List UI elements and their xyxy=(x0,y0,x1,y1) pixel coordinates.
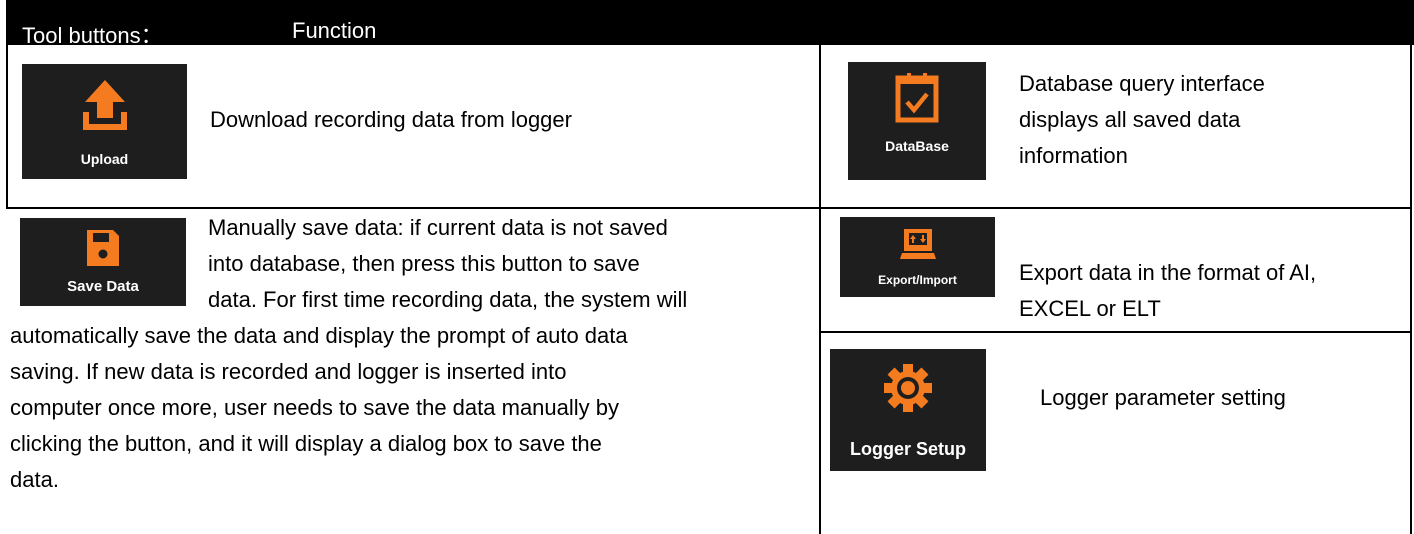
table-border-middle-vertical xyxy=(819,45,821,534)
save-data-description-line-8: data. xyxy=(10,467,59,492)
export-import-description-line-2: EXCEL or ELT xyxy=(1019,296,1161,321)
database-description-line-2: displays all saved data xyxy=(1019,107,1241,132)
table-border-left xyxy=(6,45,8,209)
logger-setup-button-label: Logger Setup xyxy=(850,439,966,459)
upload-button[interactable]: Upload xyxy=(22,64,187,179)
save-data-description-line-5: saving. If new data is recorded and logg… xyxy=(10,359,567,384)
save-data-description-line-2: into database, then press this button to… xyxy=(208,251,640,276)
upload-description: Download recording data from logger xyxy=(210,107,572,132)
calendar-check-icon xyxy=(895,73,939,123)
header-tool-buttons: Tool buttons： xyxy=(22,23,163,48)
row-divider-left xyxy=(6,207,821,209)
database-button[interactable]: DataBase xyxy=(848,62,986,180)
save-data-description-line-6: computer once more, user needs to save t… xyxy=(10,395,620,420)
upload-button-label: Upload xyxy=(80,151,129,167)
floppy-disk-icon xyxy=(87,230,119,266)
save-data-button[interactable]: Save Data xyxy=(20,218,186,306)
database-description-line-3: information xyxy=(1019,143,1128,168)
export-import-button[interactable]: Export/Import xyxy=(840,217,995,297)
logger-setup-button[interactable]: Logger Setup xyxy=(830,349,986,471)
save-data-description-line-1: Manually save data: if current data is n… xyxy=(208,215,668,240)
save-data-description-line-3: data. For first time recording data, the… xyxy=(208,287,688,312)
database-button-label: DataBase xyxy=(885,138,949,154)
database-description-line-1: Database query interface xyxy=(1019,71,1265,96)
row-divider-right-lower xyxy=(819,331,1412,333)
save-data-button-label: Save Data xyxy=(67,278,139,295)
table-border-right xyxy=(1410,45,1412,534)
save-data-description-line-4: automatically save the data and display … xyxy=(10,323,628,348)
row-divider-right xyxy=(819,207,1412,209)
header-function: Function xyxy=(292,18,377,43)
export-import-description-line-1: Export data in the format of AI, xyxy=(1019,260,1317,285)
gear-icon xyxy=(884,364,932,412)
export-import-button-label: Export/Import xyxy=(878,273,957,287)
export-import-icon xyxy=(900,229,936,259)
logger-setup-description: Logger parameter setting xyxy=(1040,385,1286,410)
table-header: Tool buttons： Function xyxy=(6,0,1414,48)
save-data-description-line-7: clicking the button, and it will display… xyxy=(10,431,602,456)
upload-icon xyxy=(83,80,127,130)
